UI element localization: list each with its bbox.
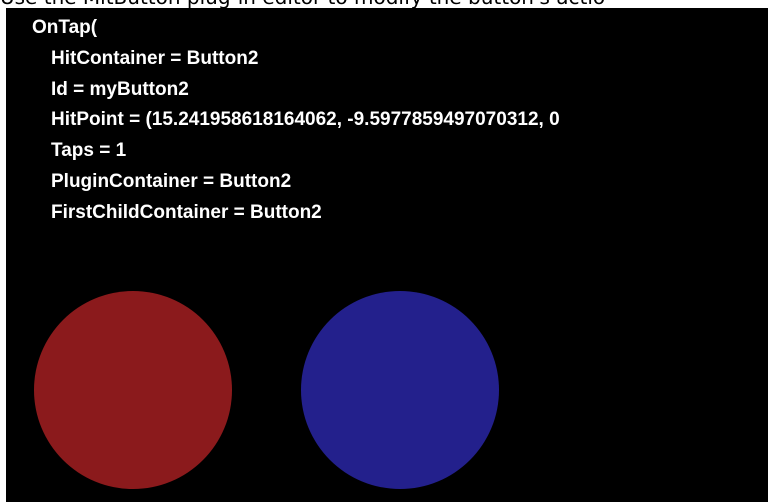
event-log-line-taps: Taps = 1 — [51, 140, 127, 161]
event-log-line-id: Id = myButton2 — [51, 79, 189, 100]
event-log-line-hitpoint: HitPoint = (15.241958618164062, -9.59778… — [51, 109, 560, 130]
caption-text: Use the MitButton plug-in editor to modi… — [0, 0, 768, 8]
event-log-header: OnTap( — [32, 17, 98, 38]
blue-circle-button[interactable] — [301, 291, 499, 489]
event-log-line-hitcontainer: HitContainer = Button2 — [51, 48, 259, 69]
app-stage: OnTap( HitContainer = Button2 Id = myBut… — [6, 8, 768, 502]
red-circle-button[interactable] — [34, 291, 232, 489]
event-log-line-plugincontainer: PluginContainer = Button2 — [51, 171, 292, 192]
event-log-line-firstchildcontainer: FirstChildContainer = Button2 — [51, 202, 322, 223]
